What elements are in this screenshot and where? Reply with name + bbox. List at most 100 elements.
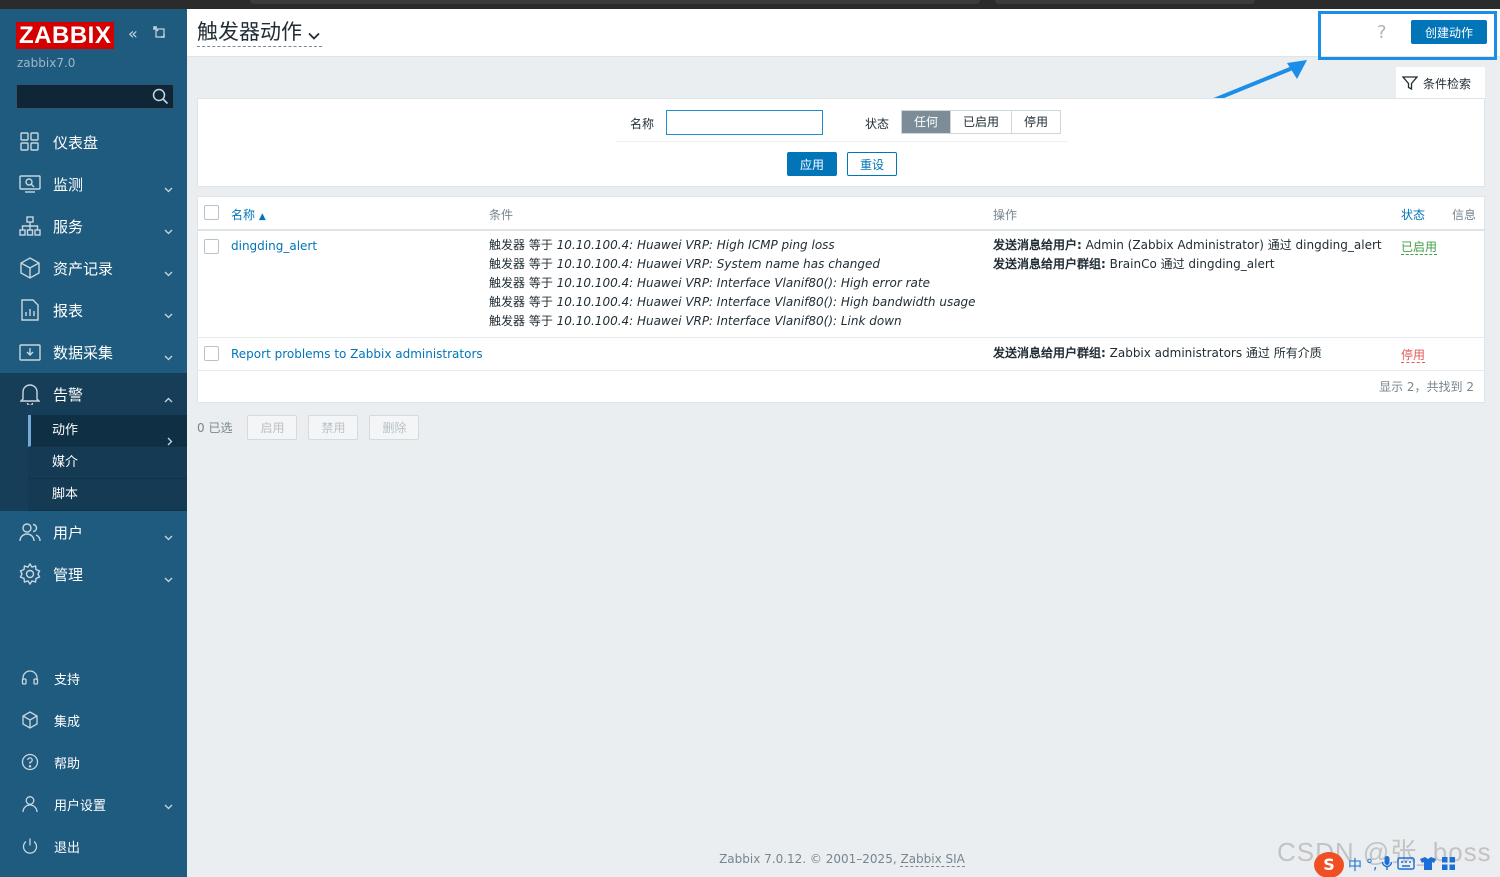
filter-divider [616,141,1068,142]
filter-name-input[interactable] [666,110,823,135]
inventory-icon [19,257,41,279]
action-name-link[interactable]: Report problems to Zabbix administrators [231,347,483,361]
status-option-any[interactable]: 任何 [902,111,952,133]
menu-item-label: 服务 [53,217,84,236]
menu-item-label: 帮助 [54,756,81,772]
menu-item-services[interactable]: 服务 [0,205,187,247]
actions-table: 名称 ▲ 条件 操作 状态 信息 dingding_alert 触发器 等于 1… [197,196,1486,403]
action-name-link[interactable]: dingding_alert [231,239,317,253]
condition-line: 触发器 等于 10.10.100.4: Huawei VRP: Interfac… [489,295,976,309]
status-segmented-control: 任何 已启用 停用 [901,110,1062,134]
users-icon [19,521,41,543]
status-enabled-link[interactable]: 已启用 [1401,240,1438,255]
menu-item-monitoring[interactable]: 监测 [0,163,187,205]
page-title[interactable]: 触发器动作 [197,19,322,47]
ime-toolbar: S 中 °, [1314,852,1456,877]
punctuation-icon[interactable]: °, [1366,857,1377,873]
condition-line: 触发器 等于 10.10.100.4: Huawei VRP: System n… [489,257,880,271]
bell-icon [19,383,41,405]
microphone-icon[interactable] [1381,855,1393,875]
chevron-down-icon [164,527,173,545]
menu-item-users[interactable]: 用户 [0,511,187,553]
row-checkbox[interactable] [204,239,219,254]
chevron-down-icon [164,347,173,365]
chevron-down-icon [164,221,173,239]
header-divider [198,229,1486,231]
menu-item-inventory[interactable]: 资产记录 [0,247,187,289]
sogou-logo-icon[interactable]: S [1314,852,1344,877]
row-checkbox[interactable] [204,346,219,361]
main-content: 触发器动作 ? 创建动作 条件检索 名称 状态 任何 已启用 停用 应用 重设 … [187,9,1500,877]
reset-button[interactable]: 重设 [847,152,897,176]
toolbox-icon[interactable] [1441,856,1456,875]
mass-delete-button[interactable]: 删除 [369,414,420,440]
menu-item-label: 资产记录 [53,259,114,278]
operation-line: 发送消息给用户群组: BrainCo 通过 dingding_alert [993,257,1275,271]
reports-icon [19,299,41,321]
keyboard-icon[interactable] [1397,856,1416,874]
ime-language-indicator[interactable]: 中 [1348,855,1362,875]
submenu-item-label: 媒介 [52,455,79,470]
skin-icon[interactable] [1419,856,1437,875]
operation-line: 发送消息给用户群组: Zabbix administrators 通过 所有介质 [993,346,1322,360]
menu-item-label: 用户设置 [54,798,107,814]
menu-item-data-collection[interactable]: 数据采集 [0,331,187,373]
select-all-checkbox[interactable] [204,205,219,220]
chevron-down-icon [164,799,173,814]
dashboard-icon [19,131,41,153]
monitoring-icon [19,173,41,195]
menu-item-support[interactable]: 支持 [0,657,187,699]
row-divider [198,337,1486,338]
menu-item-label: 监测 [53,175,84,194]
kiosk-mode-icon[interactable] [152,24,166,43]
browser-tab-shadow [250,0,980,4]
mass-enable-button[interactable]: 启用 [247,414,298,440]
menu-item-dashboard[interactable]: 仪表盘 [0,121,187,163]
condition-line: 触发器 等于 10.10.100.4: Huawei VRP: Interfac… [489,276,930,290]
mass-disable-button[interactable]: 禁用 [308,414,359,440]
column-header-name[interactable]: 名称 ▲ [231,206,266,223]
operation-line: 发送消息给用户: Admin (Zabbix Administrator) 通过… [993,238,1382,252]
menu-item-sign-out[interactable]: 退出 [0,825,187,867]
status-disabled-link[interactable]: 停用 [1401,348,1426,363]
column-header-operations: 操作 [993,208,1018,222]
chevron-up-icon [164,389,173,407]
submenu-item-media-types[interactable]: 媒介 [28,447,187,479]
menu-item-help[interactable]: 帮助 [0,741,187,783]
filter-name-label: 名称 [630,117,655,131]
submenu-item-actions[interactable]: 动作 [28,415,187,447]
data-collection-icon [19,341,41,363]
sidebar-search-input[interactable] [16,84,174,109]
alerts-submenu: 动作 媒介 脚本 [0,415,187,511]
menu-item-user-settings[interactable]: 用户设置 [0,783,187,825]
collapse-sidebar-icon[interactable]: « [128,24,138,43]
main-menu: 仪表盘 监测 服务 资产记录 报表 数据采集 告警 动作 媒介 脚本 用户 管理 [0,121,187,595]
column-header-status[interactable]: 状态 [1401,206,1425,223]
gear-icon [19,563,41,585]
filter-tab[interactable]: 条件检索 [1396,67,1485,99]
menu-item-administration[interactable]: 管理 [0,553,187,595]
menu-item-label: 用户 [53,523,84,542]
footer-company-link[interactable]: Zabbix SIA [900,852,965,867]
submenu-item-label: 脚本 [52,487,79,502]
menu-item-alerts[interactable]: 告警 [0,373,187,415]
filter-icon [1402,76,1418,91]
power-icon [20,836,40,856]
selected-count: 0 已选 [197,420,233,435]
status-option-disabled[interactable]: 停用 [1012,111,1061,133]
submenu-item-scripts[interactable]: 脚本 [28,479,187,511]
row-operations: 发送消息给用户群组: Zabbix administrators 通过 所有介质 [993,344,1322,363]
search-icon[interactable] [152,88,169,108]
condition-line: 触发器 等于 10.10.100.4: Huawei VRP: Interfac… [489,314,902,328]
chevron-down-icon [164,263,173,281]
menu-item-reports[interactable]: 报表 [0,289,187,331]
menu-item-label: 集成 [54,714,81,730]
zabbix-logo[interactable]: ZABBIX [16,22,115,49]
menu-item-integrations[interactable]: 集成 [0,699,187,741]
menu-item-label: 告警 [53,385,84,404]
apply-button[interactable]: 应用 [787,152,837,176]
filter-panel: 名称 状态 任何 已启用 停用 应用 重设 [197,98,1485,187]
page-title-text: 触发器动作 [197,20,302,44]
row-operations: 发送消息给用户: Admin (Zabbix Administrator) 通过… [993,236,1382,274]
status-option-enabled[interactable]: 已启用 [951,111,1013,133]
